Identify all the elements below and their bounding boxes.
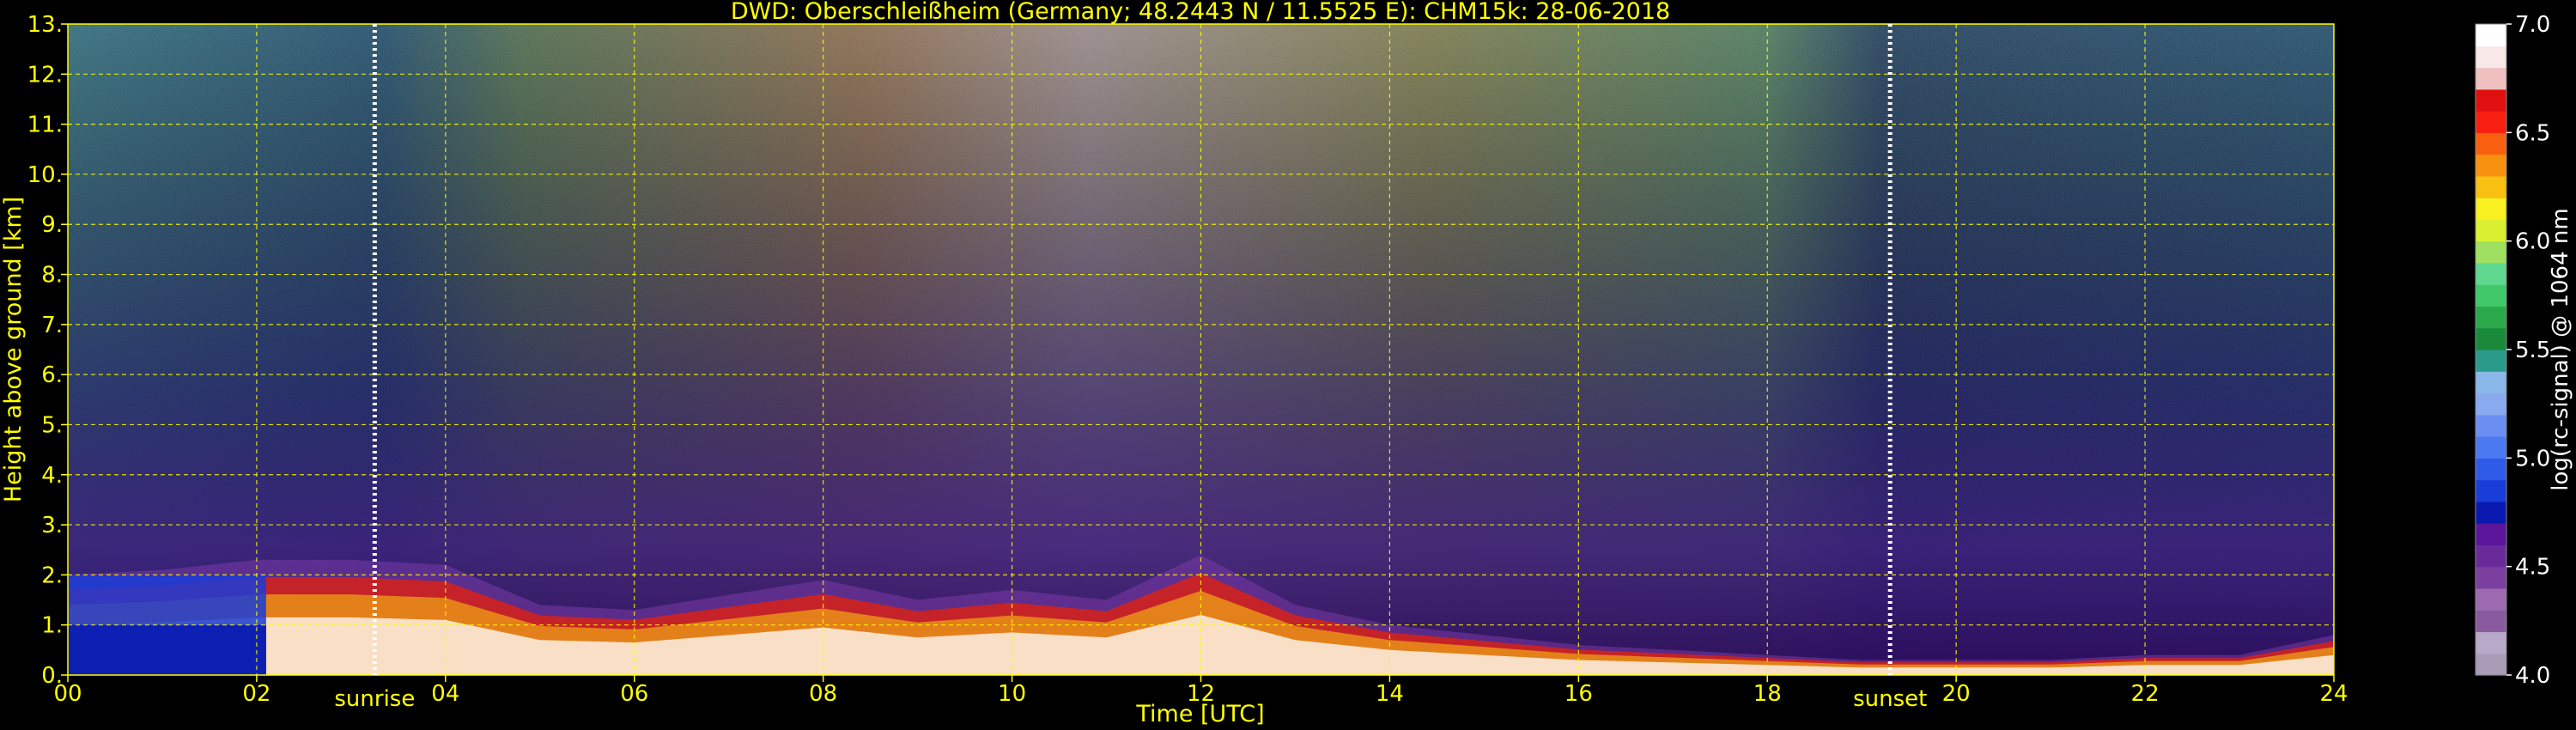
- x-tick-label: 18: [1753, 681, 1782, 707]
- colorbar-segment: [2476, 111, 2506, 133]
- x-axis-label: Time [UTC]: [1135, 701, 1264, 727]
- colorbar-segment: [2476, 175, 2506, 198]
- colorbar-segment: [2476, 587, 2506, 611]
- colorbar-segment: [2476, 306, 2506, 329]
- colorbar-segment: [2476, 198, 2506, 220]
- colorbar-segment: [2476, 24, 2506, 46]
- colorbar-segment: [2476, 371, 2506, 394]
- y-tick-label: 3.: [41, 513, 63, 538]
- x-tick-label: 10: [998, 681, 1026, 707]
- y-tick-label: 5.: [41, 412, 63, 438]
- y-tick-label: 7.: [41, 313, 63, 338]
- y-tick-label: 4.: [41, 463, 63, 489]
- chart-title: DWD: Oberschleißheim (Germany; 48.2443 N…: [731, 0, 1670, 25]
- colorbar-segment: [2476, 240, 2506, 264]
- y-tick-label: 6.: [41, 362, 63, 388]
- x-tick-label: 08: [809, 681, 837, 707]
- y-tick-label: 10.: [27, 162, 63, 188]
- y-tick-label: 8.: [41, 263, 63, 289]
- colorbar-tick-label: 4.5: [2515, 555, 2550, 581]
- x-tick-label: 24: [2319, 681, 2348, 707]
- colorbar-segment: [2476, 414, 2506, 437]
- colorbar-segment: [2476, 653, 2506, 676]
- colorbar-segment: [2476, 219, 2506, 242]
- y-tick-label: 2.: [41, 563, 63, 588]
- x-tick-label: 14: [1376, 681, 1404, 707]
- y-tick-label: 11.: [27, 113, 63, 138]
- x-tick-label: 20: [1942, 681, 1971, 707]
- colorbar-segment: [2476, 392, 2506, 416]
- x-tick-label: 16: [1564, 681, 1593, 707]
- colorbar-segment: [2476, 436, 2506, 459]
- colorbar-segment: [2476, 327, 2506, 350]
- marker-label-sunrise: sunrise: [334, 686, 415, 712]
- colorbar-segment: [2476, 523, 2506, 545]
- x-tick-label: 00: [53, 681, 82, 707]
- colorbar-segment: [2476, 479, 2506, 502]
- colorbar-tick-label: 5.0: [2515, 446, 2550, 471]
- colorbar-segment: [2476, 458, 2506, 481]
- colorbar-segment: [2476, 631, 2506, 654]
- colorbar-segment: [2476, 88, 2506, 112]
- colorbar-segment: [2476, 501, 2506, 524]
- y-tick-label: 13.: [27, 12, 63, 38]
- colorbar-segment: [2476, 154, 2506, 177]
- residual-layer-core: [68, 624, 266, 675]
- y-tick-label: 1.: [41, 613, 63, 639]
- colorbar-tick-label: 7.0: [2515, 12, 2550, 38]
- x-tick-label: 06: [620, 681, 648, 707]
- colorbar-segment: [2476, 262, 2506, 285]
- colorbar-segment: [2476, 284, 2506, 307]
- colorbar-segment: [2476, 544, 2506, 568]
- y-axis-ticks: 0.1.2.3.4.5.6.7.8.9.10.11.12.13.: [27, 12, 68, 689]
- y-tick-label: 9.: [41, 212, 63, 238]
- colorbar-segment: [2476, 610, 2506, 633]
- colorbar: 4.0 4.5 5.0 5.5 6.0 6.5 7.0: [2475, 12, 2550, 689]
- colorbar-segment: [2476, 67, 2506, 90]
- colorbar-tick-label: 6.0: [2515, 229, 2550, 255]
- colorbar-segment: [2476, 132, 2506, 155]
- colorbar-tick-label: 6.5: [2515, 120, 2550, 146]
- y-tick-label: 12.: [27, 62, 63, 88]
- colorbar-tick-label: 5.5: [2515, 338, 2550, 363]
- colorbar-segment: [2476, 46, 2506, 69]
- colorbar-label: log(rc-signal) @ 1064 nm: [2548, 208, 2573, 490]
- colorbar-segment: [2476, 350, 2506, 372]
- colorbar-segment: [2476, 566, 2506, 589]
- colorbar-tick-label: 4.0: [2515, 663, 2550, 689]
- y-axis-label: Height above ground [km]: [0, 197, 27, 502]
- x-tick-label: 04: [431, 681, 459, 707]
- x-tick-label: 02: [242, 681, 270, 707]
- x-tick-label: 22: [2131, 681, 2160, 707]
- ceilometer-chart: sunrise sunset 0.1.2.3.4.5.6.7.8.9.10.11.…: [0, 0, 2573, 727]
- marker-label-sunset: sunset: [1853, 686, 1927, 712]
